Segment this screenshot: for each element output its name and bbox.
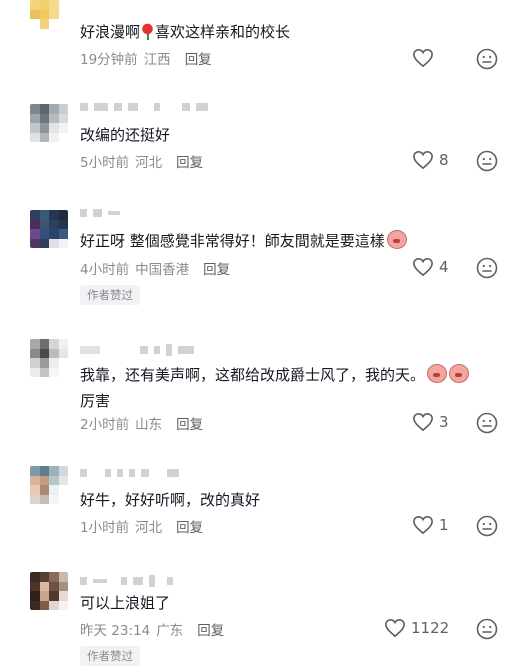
comment-time: 19分钟前 — [80, 52, 138, 68]
reply-button[interactable]: 回复 — [176, 516, 203, 536]
like-count: 4 — [439, 258, 449, 276]
comment-meta: 昨天 23:14 广东 回复 — [80, 619, 224, 639]
like-count: 1 — [439, 516, 449, 534]
heart-outline-icon — [413, 412, 433, 432]
reply-button[interactable]: 回复 — [176, 413, 203, 433]
username-blurred[interactable] — [80, 344, 194, 356]
like-count: 1122 — [411, 619, 450, 637]
comment-text: 好浪漫啊 喜欢这样亲和的校长 — [80, 23, 291, 41]
avatar[interactable] — [30, 466, 68, 504]
neutral-face-icon[interactable] — [476, 150, 498, 172]
like-count: 3 — [439, 413, 449, 431]
heart-outline-icon — [413, 150, 433, 170]
neutral-face-icon[interactable] — [476, 515, 498, 537]
comment-time: 5小时前 — [80, 155, 130, 171]
comment-location: 广东 — [156, 623, 184, 639]
comment-meta: 2小时前 山东 回复 — [80, 413, 203, 433]
like-button[interactable]: 3 — [412, 412, 449, 432]
reply-button[interactable]: 回复 — [185, 48, 212, 68]
comment-location: 河北 — [135, 520, 163, 536]
pig-face-emoji — [449, 364, 470, 383]
like-count: 8 — [439, 151, 449, 169]
like-button[interactable]: 1122 — [384, 618, 449, 638]
avatar[interactable] — [30, 104, 68, 142]
like-button[interactable]: 1 — [412, 515, 449, 535]
comment-text: 好正呀 整個感覺非常得好！師友間就是要這樣 — [80, 228, 440, 254]
username-blurred[interactable] — [80, 208, 120, 218]
comment-text: 我靠，还有美声啊，这都给改成爵士风了，我的天。 厉害 — [80, 362, 500, 414]
neutral-face-icon[interactable] — [476, 412, 498, 434]
comment-text: 改编的还挺好 — [80, 126, 171, 144]
avatar[interactable] — [30, 210, 68, 248]
rose-emoji — [141, 23, 155, 40]
comment-meta: 5小时前 河北 回复 — [80, 151, 203, 171]
pig-face-emoji — [427, 364, 448, 383]
comment-location: 山东 — [135, 417, 163, 433]
comment-text: 可以上浪姐了 — [80, 594, 171, 612]
reply-button[interactable]: 回复 — [176, 151, 203, 171]
comment-text: 好牛，好好听啊，改的真好 — [80, 491, 261, 509]
avatar[interactable] — [30, 572, 68, 610]
username-blurred[interactable] — [80, 575, 173, 587]
comment-time: 2小时前 — [80, 417, 130, 433]
comment-location: 江西 — [143, 52, 171, 68]
heart-outline-icon — [413, 257, 433, 277]
like-button[interactable]: 4 — [412, 257, 449, 277]
comment-meta: 4小时前 中国香港 回复 — [80, 258, 230, 278]
heart-outline-icon — [413, 515, 433, 535]
username-blurred[interactable] — [80, 102, 208, 112]
comment-time: 4小时前 — [80, 262, 130, 278]
comment-location: 河北 — [135, 155, 163, 171]
neutral-face-icon[interactable] — [476, 257, 498, 279]
comment-time: 昨天 23:14 — [80, 623, 151, 639]
author-liked-badge: 作者赞过 — [80, 285, 140, 305]
neutral-face-icon[interactable] — [476, 618, 498, 640]
comment-meta: 19分钟前 江西 回复 — [80, 48, 212, 68]
avatar[interactable] — [30, 339, 68, 377]
neutral-face-icon[interactable] — [476, 48, 498, 70]
heart-outline-icon — [413, 48, 433, 68]
like-button[interactable]: 8 — [412, 150, 449, 170]
reply-button[interactable]: 回复 — [197, 619, 224, 639]
author-liked-badge: 作者赞过 — [80, 646, 140, 666]
comment-meta: 1小时前 河北 回复 — [80, 516, 203, 536]
pig-face-emoji — [386, 230, 407, 249]
comment-time: 1小时前 — [80, 520, 130, 536]
heart-outline-icon — [385, 618, 405, 638]
username-blurred[interactable] — [80, 468, 179, 478]
avatar[interactable] — [30, 0, 68, 38]
reply-button[interactable]: 回复 — [203, 258, 230, 278]
comment-location: 中国香港 — [135, 262, 190, 278]
like-button[interactable] — [412, 48, 439, 68]
